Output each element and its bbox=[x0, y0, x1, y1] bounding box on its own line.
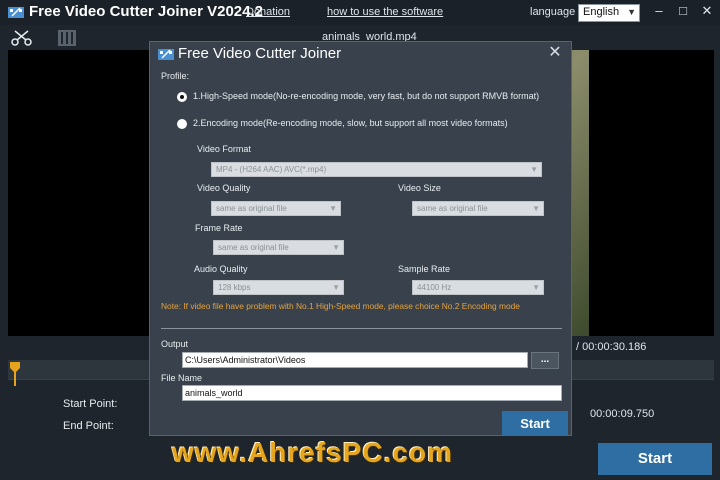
chevron-down-icon: ▼ bbox=[532, 283, 540, 292]
maximize-button[interactable]: □ bbox=[675, 3, 691, 19]
divider bbox=[161, 328, 562, 329]
dialog-start-button[interactable]: Start bbox=[502, 411, 568, 436]
audio-quality-value: 128 kbps bbox=[218, 283, 251, 292]
chevron-down-icon: ▼ bbox=[332, 243, 340, 252]
video-size-select[interactable]: same as original file ▼ bbox=[412, 201, 544, 216]
sample-rate-label: Sample Rate bbox=[398, 264, 451, 274]
frame-rate-select[interactable]: same as original file ▼ bbox=[213, 240, 344, 255]
dialog-close-button[interactable]: ✕ bbox=[547, 44, 563, 62]
language-label: language bbox=[530, 6, 576, 18]
browse-button[interactable]: ... bbox=[531, 352, 559, 369]
chevron-down-icon: ▼ bbox=[332, 283, 340, 292]
encoding-mode-radio[interactable] bbox=[177, 119, 187, 129]
language-value: English bbox=[583, 6, 620, 18]
scissors-icon[interactable] bbox=[11, 29, 33, 47]
video-format-value: MP4 - (H264 AAC) AVC(*.mp4) bbox=[216, 165, 327, 174]
how-to-use-link[interactable]: how to use the software bbox=[327, 6, 443, 18]
close-button[interactable]: ✕ bbox=[699, 3, 715, 19]
audio-quality-label: Audio Quality bbox=[194, 264, 248, 274]
total-duration: / 00:00:30.186 bbox=[576, 341, 647, 353]
app-title: Free Video Cutter Joiner V2024.2 bbox=[29, 3, 263, 20]
profile-label: Profile: bbox=[161, 71, 190, 81]
playhead-marker[interactable] bbox=[10, 362, 20, 386]
video-format-select[interactable]: MP4 - (H264 AAC) AVC(*.mp4) ▼ bbox=[211, 162, 542, 177]
high-speed-mode-label[interactable]: 1.High-Speed mode(No-re-encoding mode, v… bbox=[193, 91, 539, 101]
video-quality-value: same as original file bbox=[216, 204, 287, 213]
sample-rate-value: 44100 Hz bbox=[417, 283, 452, 292]
language-select[interactable]: English ▼ bbox=[578, 4, 640, 22]
video-quality-select[interactable]: same as original file ▼ bbox=[211, 201, 341, 216]
video-format-label: Video Format bbox=[197, 144, 251, 154]
frame-rate-label: Frame Rate bbox=[195, 223, 243, 233]
chevron-down-icon: ▼ bbox=[530, 165, 538, 174]
minimize-button[interactable]: – bbox=[651, 3, 667, 19]
frame-rate-value: same as original file bbox=[218, 243, 289, 252]
video-quality-label: Video Quality bbox=[197, 183, 251, 193]
file-name-input[interactable]: animals_world bbox=[182, 385, 562, 401]
start-button[interactable]: Start bbox=[598, 443, 712, 475]
file-name-label: File Name bbox=[161, 373, 203, 383]
high-speed-mode-radio[interactable] bbox=[177, 92, 187, 102]
sample-rate-select[interactable]: 44100 Hz ▼ bbox=[412, 280, 544, 295]
video-size-value: same as original file bbox=[417, 204, 488, 213]
audio-quality-select[interactable]: 128 kbps ▼ bbox=[213, 280, 344, 295]
dialog-title: Free Video Cutter Joiner bbox=[178, 45, 342, 62]
app-logo-icon bbox=[8, 7, 24, 18]
film-strip-icon[interactable] bbox=[56, 29, 78, 47]
output-path-input[interactable]: C:\Users\Administrator\Videos bbox=[182, 352, 528, 368]
output-label: Output bbox=[161, 339, 189, 349]
chevron-down-icon: ▼ bbox=[627, 7, 636, 17]
start-point-label: Start Point: bbox=[63, 398, 118, 410]
donation-link[interactable]: Donation bbox=[246, 6, 290, 18]
video-size-label: Video Size bbox=[398, 183, 441, 193]
note-text: Note: If video file have problem with No… bbox=[161, 301, 520, 311]
chevron-down-icon: ▼ bbox=[329, 204, 337, 213]
chevron-down-icon: ▼ bbox=[532, 204, 540, 213]
end-point-label: End Point: bbox=[63, 420, 114, 432]
encoding-mode-label[interactable]: 2.Encoding mode(Re-encoding mode, slow, … bbox=[193, 118, 508, 128]
watermark-text: www.AhrefsPC.com bbox=[172, 437, 454, 468]
app-logo-icon bbox=[158, 49, 174, 60]
dialog-header: Free Video Cutter Joiner ✕ bbox=[150, 42, 571, 66]
end-point-time: 00:00:09.750 bbox=[590, 408, 655, 420]
settings-dialog: Free Video Cutter Joiner ✕ Profile: 1.Hi… bbox=[149, 41, 572, 436]
title-bar: Free Video Cutter Joiner V2024.2 Donatio… bbox=[0, 0, 720, 25]
